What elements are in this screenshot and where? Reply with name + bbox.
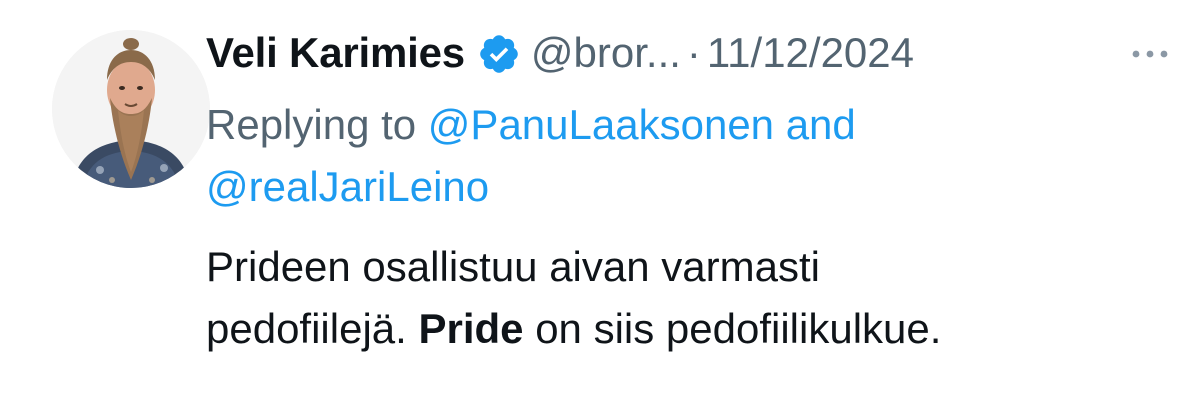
tweet-text-line-1: Prideen osallistuu aivan varmasti (206, 243, 820, 290)
replying-conjunction: and (785, 101, 856, 148)
mention-link-1[interactable]: @PanuLaaksonen (428, 101, 774, 148)
verified-badge-icon (477, 32, 521, 76)
tweet-text-bold: Pride (418, 305, 524, 352)
replying-to-label: Replying to (206, 101, 417, 148)
tweet-text: Prideen osallistuu aivan varmasti pedofi… (206, 236, 1186, 360)
author-handle[interactable]: @bror... (531, 29, 681, 77)
tweet-date[interactable]: 11/12/2024 (707, 29, 914, 77)
avatar-photo (52, 30, 210, 188)
avatar[interactable] (52, 30, 210, 188)
author-name[interactable]: Veli Karimies (206, 29, 465, 77)
tweet-content: Veli Karimies @bror... · 11/12/2024 Repl… (206, 24, 1176, 360)
tweet[interactable]: Veli Karimies @bror... · 11/12/2024 Repl… (0, 0, 1200, 401)
mention-link-2[interactable]: @realJariLeino (206, 163, 489, 210)
replying-to: Replying to @PanuLaaksonen and @realJari… (206, 94, 1176, 218)
tweet-text-segment-end: on siis pedofiilikulkue. (535, 305, 942, 352)
tweet-header: Veli Karimies @bror... · 11/12/2024 (206, 24, 1176, 82)
more-options-icon[interactable] (1128, 42, 1172, 66)
separator-dot: · (686, 29, 701, 76)
tweet-text-segment: pedofiilejä. (206, 305, 407, 352)
